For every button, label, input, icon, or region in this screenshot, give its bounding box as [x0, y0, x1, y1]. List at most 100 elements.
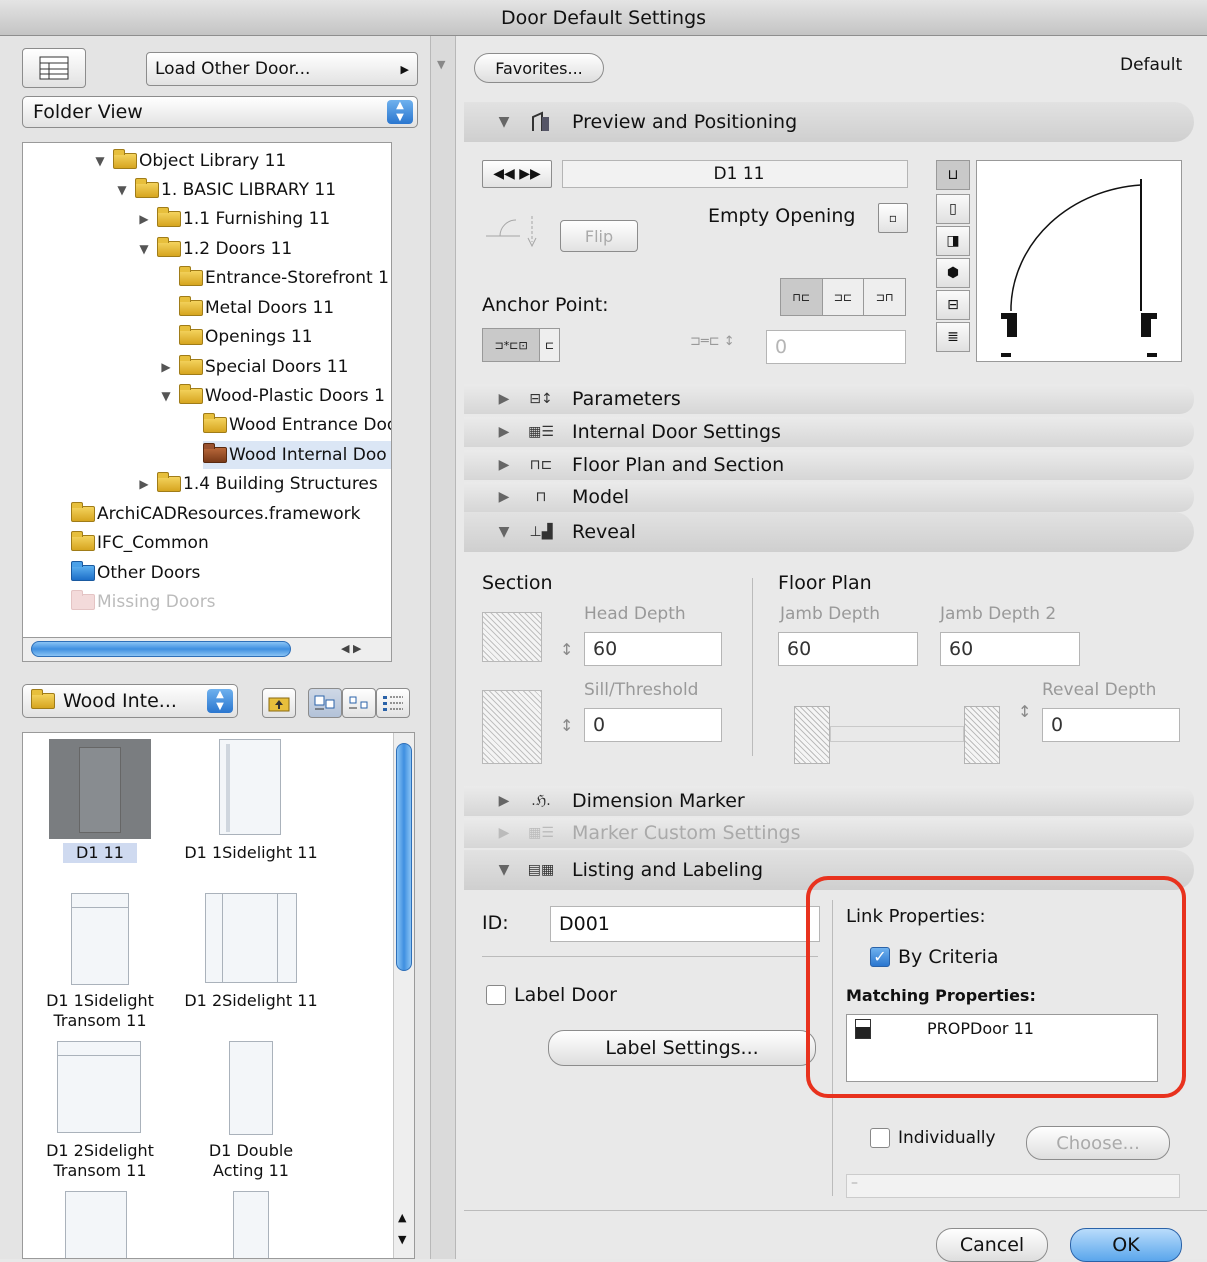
jamb-depth-field[interactable]: 60	[778, 632, 918, 666]
collapse-arrow-icon[interactable]: ▼	[437, 58, 445, 71]
tree-item[interactable]: ▼ Object Library 11	[93, 147, 286, 175]
tree-item-label: Wood Internal Doo	[229, 445, 387, 465]
tree-item-label: Wood-Plastic Doors 1	[205, 386, 385, 406]
tree-item-label: Metal Doors 11	[205, 298, 335, 318]
tree-item[interactable]: ▶ 1.4 Building Structures	[137, 470, 378, 498]
tree-item[interactable]: ▼ 1. BASIC LIBRARY 11	[115, 176, 336, 204]
anchor-right-icon[interactable]: ⊏	[539, 329, 559, 361]
section-listing-title: Listing and Labeling	[572, 859, 764, 881]
large-icons-view-button[interactable]	[308, 688, 342, 718]
tree-item[interactable]: Wood Entrance Doo	[203, 411, 391, 439]
tree-item[interactable]: ▼ Wood-Plastic Doors 1	[159, 382, 385, 410]
text-view-icon[interactable]: ≣	[936, 322, 970, 352]
section-parameters-header[interactable]: ▶ ⊟↕ Parameters	[464, 384, 1194, 414]
door-thumbnail[interactable]	[65, 1191, 127, 1258]
object-label[interactable]: D1 2Sidelight 11	[173, 991, 329, 1011]
anchor-point-buttons[interactable]: ⊐*⊏⊡ ⊏	[482, 328, 560, 362]
parent-folder-button[interactable]	[262, 688, 296, 718]
reveal-depth-field[interactable]: 0	[1042, 708, 1180, 742]
section-floorplan-header[interactable]: ▶ ⊓⊏ Floor Plan and Section	[464, 450, 1194, 480]
section-internal-header[interactable]: ▶ ▦☰ Internal Door Settings	[464, 417, 1194, 447]
door-thumbnail[interactable]	[229, 1041, 273, 1135]
section-parameters-title: Parameters	[572, 388, 681, 410]
view-toggle-button[interactable]	[22, 48, 86, 88]
section-reveal-header[interactable]: ▼ ⊥▟ Reveal	[464, 512, 1194, 552]
head-depth-label: Head Depth	[584, 604, 686, 624]
object-label[interactable]: D1 11	[63, 843, 137, 863]
opening-type-2-icon[interactable]: ⊐⊏	[822, 279, 865, 315]
elevation-view-icon[interactable]: ▯	[936, 194, 970, 224]
checkbox-unchecked-icon[interactable]	[870, 1128, 890, 1148]
door-thumbnail[interactable]	[233, 1191, 269, 1258]
tree-item[interactable]: Metal Doors 11	[179, 294, 334, 322]
parameters-icon: ⊟↕	[529, 391, 553, 407]
side-view-icon[interactable]: ◨	[936, 226, 970, 256]
scroll-up-icon[interactable]: ▲	[398, 1211, 406, 1224]
label-settings-button[interactable]: Label Settings...	[548, 1030, 816, 1066]
scroll-down-icon[interactable]: ▼	[398, 1233, 406, 1246]
select-stepper-icon: ▲ ▼	[207, 689, 233, 713]
pane-divider[interactable]: ▼	[430, 36, 456, 1259]
object-label[interactable]: D1 Double Acting 11	[183, 1141, 319, 1181]
tree-item[interactable]: ▼ 1.2 Doors 11	[137, 235, 292, 263]
tree-item[interactable]: ▶ Special Doors 11	[159, 353, 348, 381]
scroll-left-right-icon[interactable]: ◀ ▶	[341, 642, 361, 655]
ok-button[interactable]: OK	[1070, 1228, 1182, 1262]
label-door-checkbox[interactable]: Label Door	[486, 984, 617, 1006]
section-model-header[interactable]: ▶ ⊓ Model	[464, 482, 1194, 512]
3d-view-icon[interactable]: ⬢	[936, 258, 970, 288]
door-thumbnail[interactable]	[219, 739, 281, 835]
door-thumbnail[interactable]	[57, 1041, 141, 1133]
empty-opening-toggle[interactable]: ▫	[878, 203, 908, 233]
list-view-button[interactable]	[376, 688, 410, 718]
prev-next-buttons[interactable]: ◀◀ ▶▶	[482, 160, 552, 188]
anchor-left-icon[interactable]: ⊐*⊏⊡	[483, 329, 540, 361]
section-view-icon[interactable]: ⊟	[936, 290, 970, 320]
opening-type-buttons[interactable]: ⊓⊏ ⊐⊏ ⊐⊓	[780, 278, 906, 316]
tree-item[interactable]: Entrance-Storefront 1	[179, 264, 389, 292]
tree-item[interactable]: ArchiCADResources.framework	[71, 500, 360, 528]
folder-icon	[179, 384, 203, 404]
door-thumbnail[interactable]	[205, 893, 297, 983]
tree-item[interactable]: IFC_Common	[71, 529, 209, 557]
tree-item[interactable]: Openings 11	[179, 323, 313, 351]
tree-item[interactable]: ▶ 1.1 Furnishing 11	[137, 205, 330, 233]
disclosure-open-icon: ▼	[161, 389, 171, 403]
door-thumbnail[interactable]	[71, 893, 129, 985]
tree-horizontal-scrollbar[interactable]: ◀ ▶	[22, 638, 392, 662]
h-scroll-thumb[interactable]	[31, 641, 291, 657]
folder-view-select[interactable]: Folder View ▲ ▼	[22, 96, 418, 128]
large-icons-icon	[314, 695, 335, 710]
jamb-depth-2-field[interactable]: 60	[940, 632, 1080, 666]
small-icons-view-button[interactable]	[342, 688, 376, 718]
individually-checkbox[interactable]: Individually	[870, 1128, 996, 1148]
plan-view-icon[interactable]: ⊔	[936, 160, 970, 190]
model-icon: ⊓	[535, 489, 547, 505]
section-dimension-header[interactable]: ▶ .ℌ. Dimension Marker	[464, 786, 1194, 816]
object-thumbnails[interactable]: D1 11 D1 1Sidelight 11 D1 1Sidelight Tra…	[22, 732, 415, 1259]
door-thumbnail-selected[interactable]	[49, 739, 151, 839]
object-label[interactable]: D1 1Sidelight 11	[173, 843, 329, 863]
section-preview-header[interactable]: ▼ Preview and Positioning	[464, 102, 1194, 142]
individually-label: Individually	[898, 1128, 996, 1148]
sill-threshold-field[interactable]: 0	[584, 708, 722, 742]
disclosure-open-icon: ▼	[498, 524, 510, 540]
opening-type-1-icon[interactable]: ⊓⊏	[781, 279, 823, 315]
tree-item-selected[interactable]: Wood Internal Doo	[203, 441, 391, 469]
disclosure-closed-icon: ▶	[161, 360, 171, 374]
favorites-button[interactable]: Favorites...	[474, 53, 604, 83]
object-label[interactable]: D1 1Sidelight Transom 11	[33, 991, 167, 1031]
load-other-door-button[interactable]: Load Other Door... ▶	[146, 52, 418, 86]
cancel-button[interactable]: Cancel	[936, 1228, 1048, 1262]
folder-icon	[71, 502, 95, 522]
library-tree[interactable]: ▼ Object Library 11 ▼ 1. BASIC LIBRARY 11 …	[22, 142, 392, 638]
checkbox-unchecked-icon[interactable]	[486, 985, 506, 1005]
tree-item[interactable]: Other Doors	[71, 559, 200, 587]
folder-select[interactable]: Wood Inte... ▲ ▼	[22, 684, 238, 718]
object-label[interactable]: D1 2Sidelight Transom 11	[33, 1141, 167, 1181]
thumbnails-vertical-scrollbar[interactable]: ▲ ▼	[393, 733, 414, 1258]
scroll-thumb[interactable]	[396, 743, 412, 971]
opening-type-3-icon[interactable]: ⊐⊓	[864, 279, 906, 315]
head-depth-field[interactable]: 60	[584, 632, 722, 666]
id-field[interactable]: D001	[550, 906, 820, 942]
